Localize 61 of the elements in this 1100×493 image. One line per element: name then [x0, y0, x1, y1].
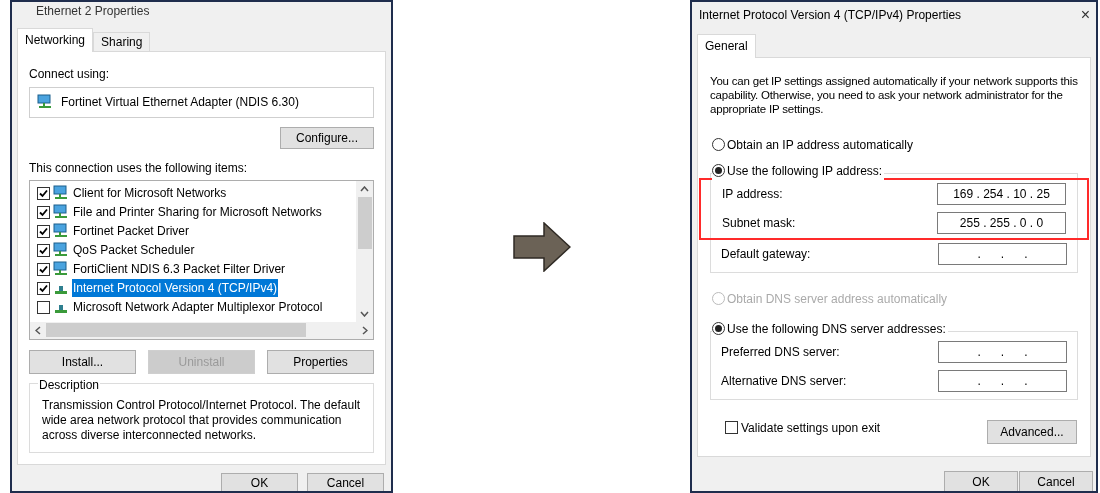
- advanced-button[interactable]: Advanced...: [987, 419, 1077, 444]
- scroll-up-icon[interactable]: [360, 185, 369, 192]
- ip-address-field[interactable]: . . .: [938, 370, 1067, 392]
- right-arrow-icon: [512, 221, 571, 272]
- list-item[interactable]: File and Printer Sharing for Microsoft Networks: [72, 203, 323, 222]
- list-item[interactable]: QoS Packet Scheduler: [72, 241, 196, 260]
- dialog-button[interactable]: OK: [221, 473, 298, 491]
- list-item[interactable]: Internet Protocol Version 4 (TCP/IPv4): [72, 279, 279, 298]
- radio-button[interactable]: [712, 322, 725, 335]
- list-item[interactable]: Fortinet Packet Driver: [72, 222, 191, 241]
- description-text: Transmission Control Protocol/Internet Protocol. The default wide area network protocol that provides communication across diverse interconnected networks.: [42, 397, 361, 443]
- ip-address-field[interactable]: . . .: [938, 341, 1067, 363]
- field-label: This connection uses the following items:: [29, 159, 249, 177]
- scroll-down-icon[interactable]: [360, 310, 369, 317]
- network-computer-icon: [53, 242, 69, 259]
- vertical-scrollbar[interactable]: [356, 180, 373, 322]
- scroll-left-icon[interactable]: [35, 325, 41, 335]
- checkbox[interactable]: [37, 300, 50, 314]
- network-computer-icon: [37, 94, 53, 111]
- action-button[interactable]: Install...: [29, 349, 136, 374]
- adapter-field: Fortinet Virtual Ethernet Adapter (NDIS 6.30): [29, 86, 374, 118]
- network-computer-icon: [53, 223, 69, 240]
- network-computer-icon: [53, 261, 69, 278]
- dialog-button[interactable]: Cancel: [1019, 471, 1093, 491]
- intro-text: You can get IP settings assigned automatically if your network supports this capability. Otherwise, you need to ask your network administrator for the appropriate IP settings.: [710, 73, 1078, 116]
- dialog-button[interactable]: Cancel: [307, 473, 384, 491]
- field-label: Alternative DNS server:: [721, 373, 847, 390]
- ip-address-field[interactable]: . . .: [938, 243, 1067, 265]
- field-label: Preferred DNS server:: [721, 344, 840, 361]
- field-label: Subnet mask:: [722, 215, 796, 232]
- checkbox-label: Validate settings upon exit: [741, 419, 881, 437]
- tab[interactable]: Networking: [17, 27, 94, 52]
- ip-address-field[interactable]: 169 . 254 . 10 . 25: [937, 183, 1066, 205]
- field-label: Default gateway:: [721, 246, 811, 263]
- action-button[interactable]: Properties: [267, 349, 374, 374]
- scroll-right-icon[interactable]: [362, 325, 368, 335]
- tab[interactable]: Sharing: [93, 31, 151, 52]
- window-title: Internet Protocol Version 4 (TCP/IPv4) Properties: [699, 6, 962, 24]
- network-computer-icon: [53, 204, 69, 221]
- window-title: Ethernet 2 Properties: [36, 4, 150, 18]
- checkbox[interactable]: [725, 421, 738, 434]
- tab[interactable]: General: [697, 33, 756, 58]
- checkbox[interactable]: [37, 281, 50, 295]
- close-button[interactable]: ×: [1080, 6, 1090, 23]
- checkbox[interactable]: [37, 186, 50, 200]
- list-item[interactable]: Microsoft Network Adapter Multiplexor Protocol: [72, 298, 324, 317]
- checkbox[interactable]: [37, 262, 50, 276]
- checkbox[interactable]: [37, 243, 50, 257]
- ip-address-field[interactable]: 255 . 255 . 0 . 0: [937, 212, 1066, 234]
- checkbox[interactable]: [37, 205, 50, 219]
- list-item[interactable]: FortiClient NDIS 6.3 Packet Filter Driver: [72, 260, 287, 279]
- radio-button[interactable]: [712, 164, 725, 177]
- field-label: IP address:: [722, 186, 783, 203]
- field-label: Connect using:: [29, 65, 111, 83]
- configure-button[interactable]: Configure...: [280, 126, 374, 149]
- checkbox[interactable]: [37, 224, 50, 238]
- horizontal-scrollbar[interactable]: [30, 321, 373, 339]
- network-computer-icon: [53, 185, 69, 202]
- radio-button[interactable]: [712, 138, 725, 151]
- list-item[interactable]: Client for Microsoft Networks: [72, 184, 228, 203]
- dialog-button[interactable]: OK: [944, 471, 1018, 491]
